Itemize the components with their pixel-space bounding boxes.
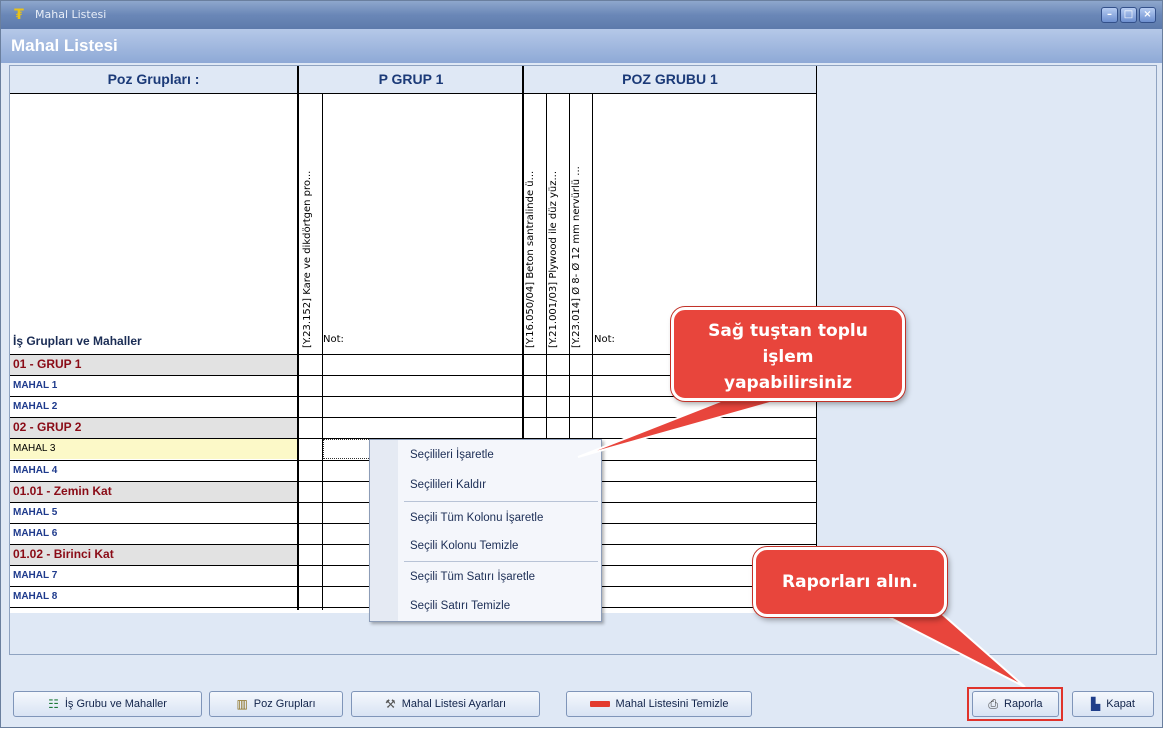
mahal-row-label[interactable]: MAHAL 1 (10, 375, 297, 397)
poz-gruplari-label: Poz Grupları : (10, 66, 297, 93)
minimize-button[interactable]: – (1101, 7, 1118, 23)
kapat-button[interactable]: ▙ Kapat (1072, 691, 1154, 717)
group-header-poz-grubu-1[interactable]: POZ GRUBU 1 (524, 66, 816, 93)
group-icon: ▥ (236, 697, 248, 711)
callout-line: işlem (762, 347, 814, 367)
menu-item-tum-satiri-isaretle[interactable]: Seçili Tüm Satırı İşaretle (410, 571, 535, 583)
menu-item-satiri-temizle[interactable]: Seçili Satırı Temizle (410, 600, 510, 612)
column-separator (322, 93, 323, 610)
group-header-p-grup-1[interactable]: P GRUP 1 (299, 66, 523, 93)
menu-item-secilileri-isaretle[interactable]: Seçilileri İşaretle (410, 449, 494, 461)
is-grubu-button[interactable]: ☷ İş Grubu ve Mahaller (13, 691, 202, 717)
menu-separator (404, 561, 598, 562)
mahal-row-label[interactable]: MAHAL 7 (10, 565, 297, 586)
menu-item-secilileri-kaldir[interactable]: Seçilileri Kaldır (410, 479, 486, 491)
note-label: Not: (323, 334, 344, 345)
right-click-callout: Sağ tuştan toplu işlem yapabilirsiniz (671, 307, 905, 401)
menu-item-kolonu-temizle[interactable]: Seçili Kolonu Temizle (410, 540, 518, 552)
ayarlar-label: Mahal Listesi Ayarları (401, 698, 507, 710)
window-controls: – □ × (1101, 7, 1156, 23)
tree-add-icon: ☷ (48, 697, 59, 711)
temizle-label: Mahal Listesini Temizle (615, 698, 729, 710)
mahal-row-label[interactable]: MAHAL 4 (10, 459, 297, 481)
kapat-label: Kapat (1106, 698, 1135, 710)
app-icon: ₮ (14, 7, 24, 23)
mahal-row-label[interactable]: MAHAL 8 (10, 586, 297, 608)
exit-door-icon: ▙ (1091, 697, 1101, 711)
group-row-label[interactable]: 01.01 - Zemin Kat (10, 480, 297, 502)
close-button[interactable]: × (1139, 7, 1156, 23)
column-header[interactable]: [Y.21.001/03] Plywood ile düz yüz... (548, 96, 570, 348)
column-header[interactable]: [Y.23.014] Ø 8- Ø 12 mm nervürlü ... (571, 96, 593, 348)
tools-icon: ⚒ (384, 697, 396, 711)
callout-line: Sağ tuştan toplu (708, 321, 868, 341)
mahal-row-label[interactable]: MAHAL 2 (10, 396, 297, 418)
menu-separator (404, 501, 598, 502)
reports-callout: Raporları alın. (753, 547, 947, 617)
row-divider (10, 417, 816, 419)
maximize-button[interactable]: □ (1120, 7, 1137, 23)
mahal-row-label[interactable]: MAHAL 3 (10, 438, 297, 460)
mahal-row-label[interactable]: MAHAL 5 (10, 501, 297, 523)
page-title: Mahal Listesi (11, 36, 118, 55)
callout-line: yapabilirsiniz (724, 373, 852, 393)
note-label: Not: (594, 334, 615, 345)
group-row-label[interactable]: 02 - GRUP 2 (10, 417, 297, 439)
header-band: Mahal Listesi (1, 29, 1162, 63)
mahal-listesi-window: ₮ Mahal Listesi – □ × Mahal Listesi Poz … (0, 0, 1163, 728)
raporla-highlight (967, 687, 1063, 721)
menu-icon-stripe (370, 440, 398, 621)
group-row-label[interactable]: 01 - GRUP 1 (10, 354, 297, 375)
title-bar[interactable]: ₮ Mahal Listesi – □ × (1, 1, 1162, 29)
is-grubu-label: İş Grubu ve Mahaller (64, 698, 167, 710)
is-gruplari-label: İş Grupları ve Mahaller (13, 334, 142, 348)
mahal-row-label[interactable]: MAHAL 6 (10, 522, 297, 544)
temizle-button[interactable]: Mahal Listesini Temizle (566, 691, 752, 717)
eraser-icon (589, 701, 610, 707)
context-menu: Seçilileri İşaretle Seçilileri Kaldır Se… (369, 439, 602, 622)
column-header[interactable]: [Y.23.152] Kare ve dikdörtgen pro... (302, 96, 324, 348)
poz-gruplari-button[interactable]: ▥ Poz Grupları (209, 691, 343, 717)
menu-item-tum-kolonu-isaretle[interactable]: Seçili Tüm Kolonu İşaretle (410, 512, 543, 524)
column-separator (297, 66, 299, 610)
window-title: Mahal Listesi (35, 8, 107, 21)
ayarlar-button[interactable]: ⚒ Mahal Listesi Ayarları (351, 691, 540, 717)
column-header[interactable]: [Y.16.050/04] Beton santralinde ü... (525, 96, 547, 348)
header-divider (10, 93, 816, 94)
poz-gruplari-label: Poz Grupları (253, 698, 316, 710)
group-row-label[interactable]: 01.02 - Birinci Kat (10, 543, 297, 565)
